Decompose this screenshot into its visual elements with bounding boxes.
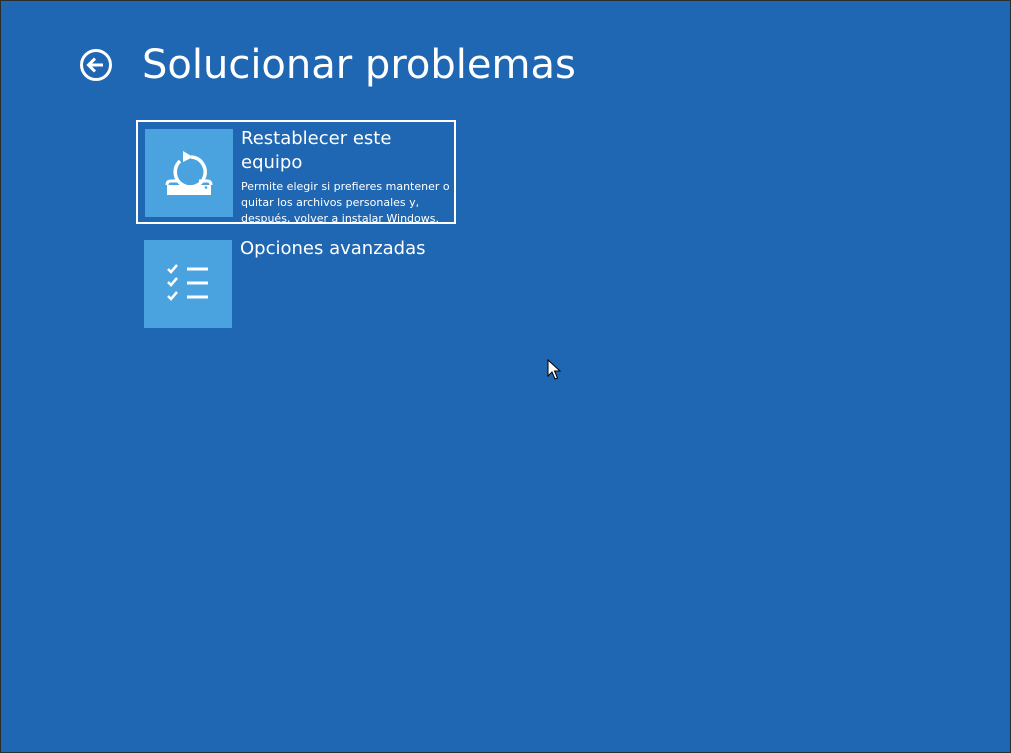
troubleshoot-screen: Solucionar problemas Restablecer este eq… — [1, 1, 1010, 752]
reset-pc-text: Restablecer este equipo Permite elegir s… — [241, 127, 451, 227]
advanced-options-tile[interactable]: Opciones avanzadas — [136, 232, 456, 336]
advanced-options-icon-box — [144, 240, 232, 328]
checklist-icon — [167, 264, 208, 301]
mouse-pointer-icon — [547, 359, 561, 380]
back-button[interactable] — [79, 48, 113, 82]
reset-pc-icon — [165, 151, 213, 195]
reset-pc-tile[interactable]: Restablecer este equipo Permite elegir s… — [136, 120, 456, 227]
reset-pc-description: Permite elegir si prefieres mantener o q… — [241, 180, 450, 225]
back-arrow-circle-icon — [80, 49, 112, 81]
reset-pc-title: Restablecer este equipo — [241, 128, 392, 173]
advanced-options-title: Opciones avanzadas — [240, 238, 426, 259]
reset-pc-icon-box — [145, 129, 233, 217]
page-title: Solucionar problemas — [142, 42, 576, 88]
advanced-options-text: Opciones avanzadas — [240, 237, 450, 261]
